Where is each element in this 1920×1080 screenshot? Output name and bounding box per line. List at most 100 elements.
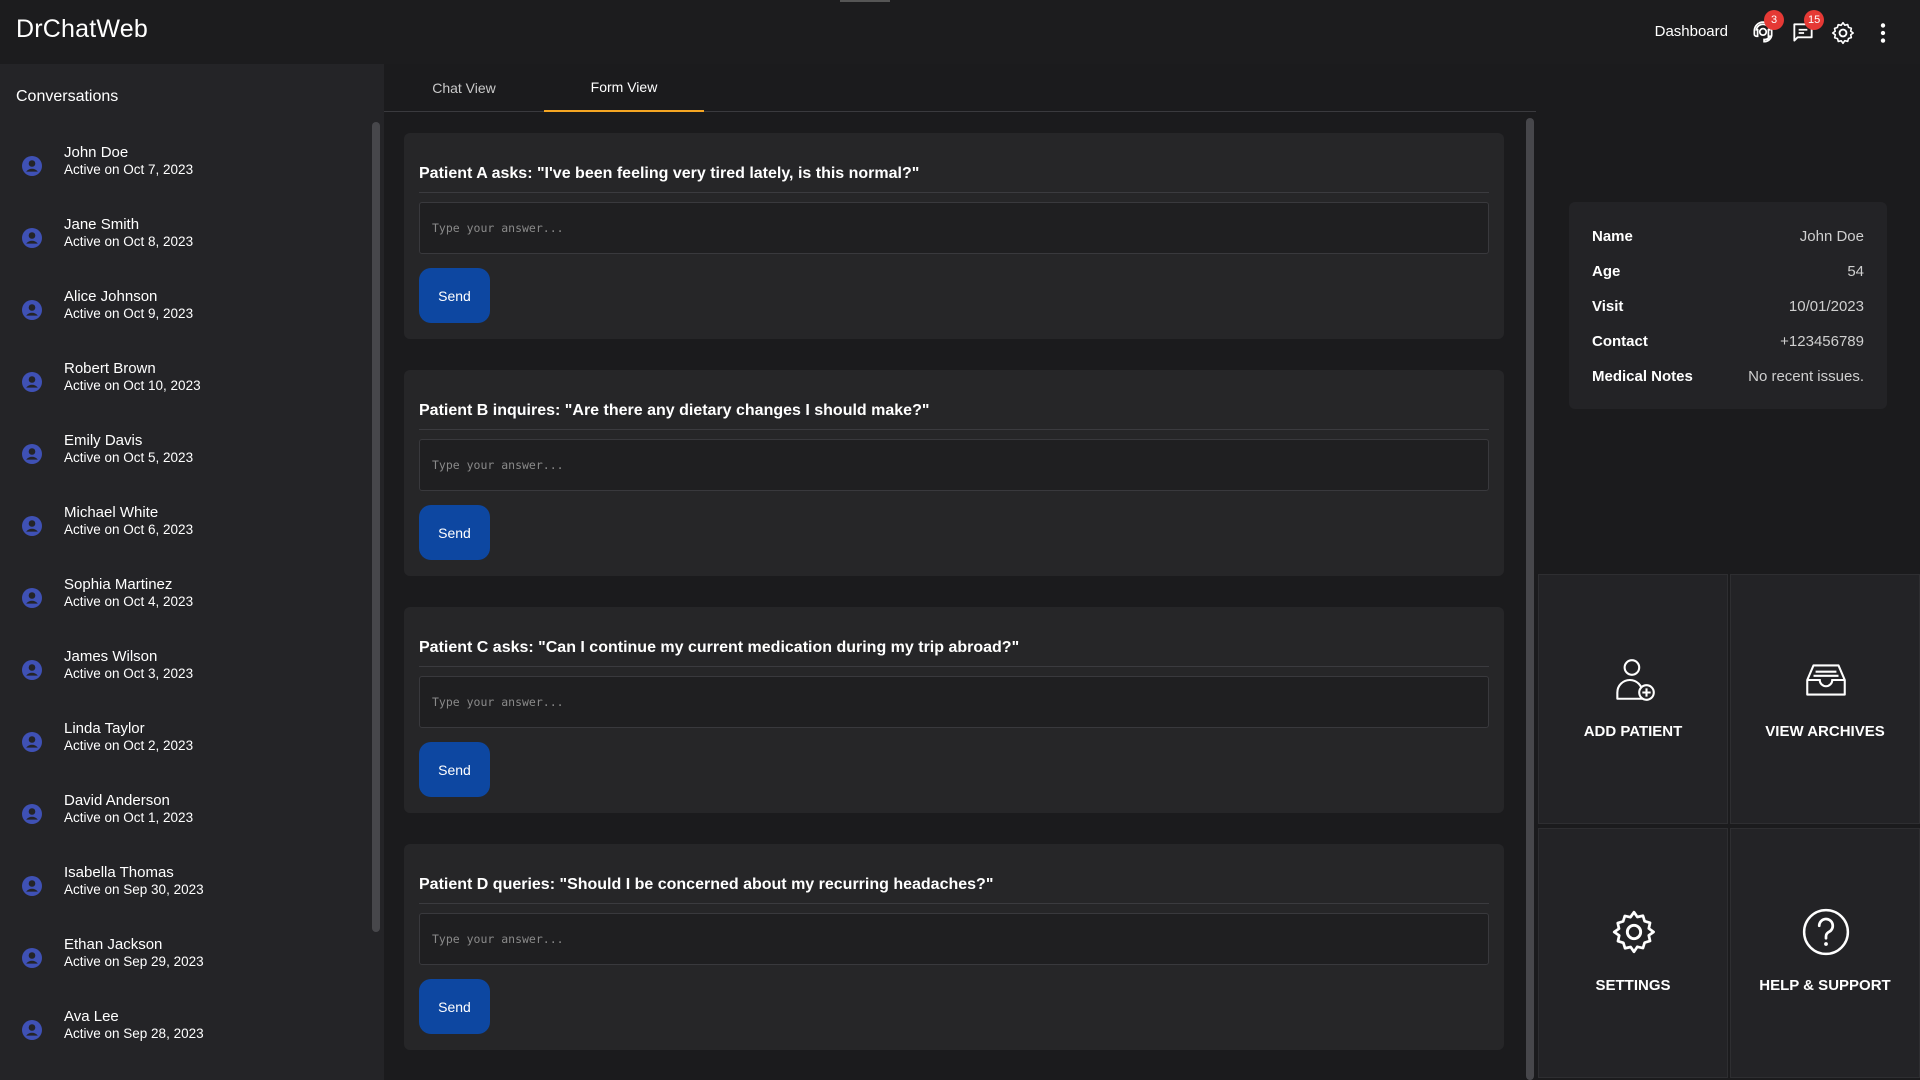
help-icon: [1802, 908, 1850, 956]
divider: [419, 903, 1489, 904]
archive-icon: [1806, 664, 1846, 696]
info-row-medical-notes: Medical Notes No recent issues.: [1592, 366, 1864, 386]
messages-button[interactable]: 15: [1790, 10, 1825, 46]
answer-input[interactable]: [419, 439, 1489, 491]
view-archives-tile[interactable]: VIEW ARCHIVES: [1730, 574, 1920, 824]
help-support-tile[interactable]: HELP & SUPPORT: [1730, 828, 1920, 1078]
messages-badge: 15: [1804, 10, 1825, 30]
question-card: Patient D queries: "Should I be concerne…: [404, 844, 1504, 1050]
info-value: 54: [1847, 262, 1864, 280]
question-text: Patient A asks: "I've been feeling very …: [419, 165, 920, 182]
add-patient-tile[interactable]: ADD PATIENT: [1538, 574, 1728, 824]
send-button[interactable]: Send: [419, 268, 490, 323]
dashboard-link[interactable]: Dashboard: [1655, 23, 1728, 40]
conversation-date: Active on Oct 5, 2023: [64, 450, 194, 465]
patient-info-card: Name John Doe Age 54 Visit 10/01/2023 Conta…: [1569, 202, 1887, 409]
conversations-sidebar: Conversations John Doe Active on Oct 7, 2…: [0, 64, 384, 1080]
conversation-item[interactable]: Emily Davis Active on Oct 5, 2023: [0, 422, 370, 494]
send-button[interactable]: Send: [419, 742, 490, 797]
view-tabs: Chat View Form View: [384, 64, 1536, 112]
account-circle-icon: [20, 586, 44, 610]
conversation-date: Active on Oct 4, 2023: [64, 594, 194, 609]
account-circle-icon: [20, 874, 44, 898]
conversation-name: Emily Davis: [64, 432, 143, 449]
info-label: Visit: [1592, 297, 1624, 315]
info-value: No recent issues.: [1748, 367, 1864, 385]
conversation-name: Jane Smith: [64, 216, 140, 233]
conversation-date: Active on Oct 8, 2023: [64, 234, 194, 249]
answer-input[interactable]: [419, 913, 1489, 965]
account-circle-icon: [20, 514, 44, 538]
conversation-item[interactable]: Jane Smith Active on Oct 8, 2023: [0, 206, 370, 278]
settings-button[interactable]: [1830, 20, 1856, 46]
conversation-item[interactable]: Ava Lee Active on Sep 28, 2023: [0, 998, 370, 1070]
account-circle-icon: [20, 226, 44, 250]
conversation-item[interactable]: Michael White Active on Oct 6, 2023: [0, 494, 370, 566]
tab-form-view[interactable]: Form View: [544, 64, 704, 112]
conversation-date: Active on Oct 10, 2023: [64, 378, 201, 393]
answer-input[interactable]: [419, 676, 1489, 728]
send-button[interactable]: Send: [419, 979, 490, 1034]
info-value: 10/01/2023: [1788, 297, 1864, 315]
more-vert-icon: [1880, 23, 1886, 43]
tab-chat-view[interactable]: Chat View: [384, 64, 544, 112]
top-app-bar: DrChatWeb Dashboard 3 15: [0, 0, 1920, 64]
conversation-name: Alice Johnson: [64, 288, 158, 305]
info-row-contact: Contact +123456789: [1592, 331, 1864, 351]
conversation-item[interactable]: Isabella Thomas Active on Sep 30, 2023: [0, 854, 370, 926]
conversation-item[interactable]: John Doe Active on Oct 7, 2023: [0, 134, 370, 206]
more-menu-button[interactable]: [1870, 20, 1896, 46]
info-row-visit: Visit 10/01/2023: [1592, 296, 1864, 316]
conversation-item[interactable]: Sophia Martinez Active on Oct 4, 2023: [0, 566, 370, 638]
conversation-date: Active on Oct 9, 2023: [64, 306, 194, 321]
info-value: +123456789: [1780, 332, 1864, 350]
sidebar-scrollbar[interactable]: [372, 122, 380, 932]
form-view-area: Patient A asks: "I've been feeling very …: [384, 113, 1536, 1080]
conversation-name: James Wilson: [64, 648, 158, 665]
form-scrollbar[interactable]: [1526, 118, 1534, 1080]
question-card: Patient A asks: "I've been feeling very …: [404, 133, 1504, 339]
conversation-item[interactable]: Robert Brown Active on Oct 10, 2023: [0, 350, 370, 422]
tile-label: VIEW ARCHIVES: [1765, 723, 1885, 740]
account-circle-icon: [20, 1018, 44, 1042]
info-label: Contact: [1592, 332, 1648, 350]
top-accent-line: [840, 0, 890, 2]
info-label: Name: [1592, 227, 1633, 245]
conversation-name: Isabella Thomas: [64, 864, 174, 881]
answer-input[interactable]: [419, 202, 1489, 254]
conversation-date: Active on Oct 2, 2023: [64, 738, 194, 753]
question-text: Patient B inquires: "Are there any dieta…: [419, 402, 930, 419]
account-circle-icon: [20, 298, 44, 322]
question-card: Patient C asks: "Can I continue my curre…: [404, 607, 1504, 813]
conversation-date: Active on Oct 6, 2023: [64, 522, 194, 537]
send-button[interactable]: Send: [419, 505, 490, 560]
conversation-item[interactable]: David Anderson Active on Oct 1, 2023: [0, 782, 370, 854]
conversation-date: Active on Sep 28, 2023: [64, 1026, 204, 1041]
add-user-icon: [1616, 659, 1655, 701]
support-agent-button[interactable]: 3: [1750, 10, 1784, 46]
conversation-item[interactable]: Ethan Jackson Active on Sep 29, 2023: [0, 926, 370, 998]
conversation-item[interactable]: Alice Johnson Active on Oct 9, 2023: [0, 278, 370, 350]
conversation-name: Sophia Martinez: [64, 576, 173, 593]
conversation-date: Active on Oct 7, 2023: [64, 162, 194, 177]
gear-icon: [1831, 21, 1854, 45]
account-circle-icon: [20, 730, 44, 754]
info-row-age: Age 54: [1592, 261, 1864, 281]
app-title[interactable]: DrChatWeb: [16, 15, 148, 44]
conversation-item[interactable]: Linda Taylor Active on Oct 2, 2023: [0, 710, 370, 782]
info-row-name: Name John Doe: [1592, 226, 1864, 246]
conversation-name: Michael White: [64, 504, 159, 521]
conversation-name: David Anderson: [64, 792, 170, 809]
account-circle-icon: [20, 154, 44, 178]
tile-label: ADD PATIENT: [1583, 723, 1683, 740]
conversation-item[interactable]: James Wilson Active on Oct 3, 2023: [0, 638, 370, 710]
question-text: Patient C asks: "Can I continue my curre…: [419, 639, 1020, 656]
conversation-date: Active on Oct 3, 2023: [64, 666, 194, 681]
tile-label: HELP & SUPPORT: [1759, 977, 1891, 994]
settings-tile[interactable]: SETTINGS: [1538, 828, 1728, 1078]
account-circle-icon: [20, 658, 44, 682]
gear-icon: [1612, 910, 1655, 954]
info-label: Age: [1592, 262, 1621, 280]
account-circle-icon: [20, 442, 44, 466]
conversation-date: Active on Sep 29, 2023: [64, 954, 204, 969]
